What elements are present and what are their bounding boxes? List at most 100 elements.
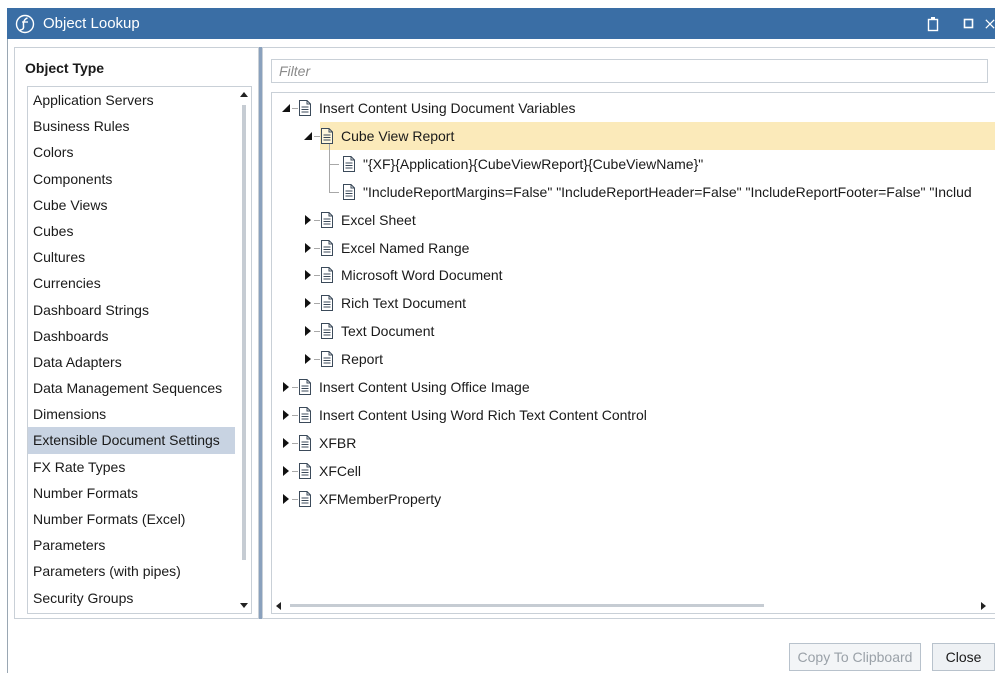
tree-node-label: Excel Named Range: [341, 239, 470, 256]
document-icon: [320, 295, 336, 312]
scroll-left-icon[interactable]: [276, 602, 281, 610]
expand-arrow-icon[interactable]: [302, 214, 314, 225]
document-icon: [320, 211, 336, 228]
vertical-scrollbar[interactable]: [237, 87, 251, 613]
expand-arrow-icon[interactable]: [280, 409, 292, 420]
tree-node[interactable]: Insert Content Using Office Image: [280, 373, 530, 401]
object-type-item[interactable]: Data Management Sequences: [28, 375, 251, 401]
tree-node[interactable]: Rich Text Document: [302, 289, 466, 317]
tree-node-label: Text Document: [341, 323, 435, 340]
tree-node[interactable]: Report: [302, 345, 383, 373]
tree-node-label: Insert Content Using Word Rich Text Cont…: [319, 406, 647, 423]
tree-node[interactable]: Insert Content Using Document Variables: [280, 94, 576, 122]
object-type-item[interactable]: Cultures: [28, 244, 251, 270]
object-type-item[interactable]: Data Adapters: [28, 349, 251, 375]
expand-arrow-icon[interactable]: [302, 326, 314, 337]
object-type-item[interactable]: Dimensions: [28, 401, 251, 427]
tree-node-label: Insert Content Using Document Variables: [319, 100, 576, 116]
scroll-thumb[interactable]: [242, 105, 246, 560]
document-icon: [298, 100, 314, 116]
object-type-item[interactable]: Parameters: [28, 532, 251, 558]
tree-node[interactable]: Insert Content Using Word Rich Text Cont…: [280, 401, 647, 429]
filter-input[interactable]: Filter: [271, 59, 988, 83]
tree-node[interactable]: Excel Sheet: [302, 206, 416, 234]
pin-icon[interactable]: [921, 12, 945, 36]
collapse-arrow-icon[interactable]: [302, 131, 314, 141]
object-type-item[interactable]: Parameters (with pipes): [28, 558, 251, 584]
tree-node[interactable]: "{XF}{Application}{CubeViewReport}{CubeV…: [324, 150, 703, 178]
tree-node-label: Cube View Report: [341, 127, 455, 144]
expand-arrow-icon[interactable]: [280, 465, 292, 476]
document-icon: [320, 267, 336, 284]
tree-node[interactable]: Excel Named Range: [302, 234, 469, 262]
object-type-item[interactable]: Extensible Document Settings: [28, 427, 235, 454]
app-logo-icon: [13, 12, 37, 36]
object-type-panel: Object Type Application Servers Business …: [14, 47, 259, 619]
expand-arrow-icon[interactable]: [280, 382, 292, 392]
close-button[interactable]: Close: [932, 643, 995, 671]
object-type-item[interactable]: FX Rate Types: [28, 454, 251, 480]
document-icon: [320, 239, 336, 256]
scroll-right-icon[interactable]: [981, 602, 986, 610]
scroll-up-icon[interactable]: [240, 92, 248, 97]
horizontal-scrollbar[interactable]: [272, 599, 995, 613]
tree-node[interactable]: XFBR: [280, 429, 356, 457]
object-type-item[interactable]: Dashboard Strings: [28, 297, 251, 323]
tree-node[interactable]: "IncludeReportMargins=False" "IncludeRep…: [324, 178, 972, 206]
expand-arrow-icon[interactable]: [280, 493, 292, 504]
tree-node[interactable]: Cube View Report: [302, 122, 454, 150]
scroll-down-icon[interactable]: [240, 603, 248, 608]
tree-node-label: XFCell: [319, 462, 362, 479]
object-type-item[interactable]: Number Formats: [28, 480, 251, 506]
tree-node-label: "IncludeReportMargins=False" "IncludeRep…: [363, 183, 972, 200]
expand-arrow-icon[interactable]: [302, 298, 314, 309]
title-bar: Object Lookup: [7, 8, 995, 39]
document-icon: [320, 323, 336, 340]
object-tree-panel: Filter Insert Content Using Document Var…: [262, 47, 995, 619]
maximize-icon[interactable]: [957, 12, 981, 36]
expand-arrow-icon[interactable]: [302, 354, 314, 365]
document-icon: [298, 434, 314, 451]
close-window-icon[interactable]: [985, 12, 995, 36]
document-icon: [298, 462, 314, 479]
tree-node-label: Excel Sheet: [341, 211, 416, 228]
tree-node-label: Insert Content Using Office Image: [319, 379, 530, 395]
copy-to-clipboard-button[interactable]: Copy To Clipboard: [789, 643, 921, 671]
object-type-item[interactable]: Dashboards: [28, 323, 251, 349]
object-type-item[interactable]: Application Servers: [28, 87, 251, 113]
object-type-header: Object Type: [25, 60, 105, 76]
tree-node[interactable]: Text Document: [302, 317, 434, 345]
tree-node-label: XFBR: [319, 434, 357, 451]
object-type-item[interactable]: Business Rules: [28, 113, 251, 139]
document-icon: [320, 351, 336, 368]
scroll-thumb-horizontal[interactable]: [290, 604, 764, 607]
tree-node[interactable]: XFCell: [280, 457, 361, 485]
expand-arrow-icon[interactable]: [302, 270, 314, 281]
expand-arrow-icon[interactable]: [280, 437, 292, 448]
document-icon: [298, 490, 314, 507]
object-type-item[interactable]: Components: [28, 166, 251, 192]
tree-node[interactable]: XFMemberProperty: [280, 485, 441, 513]
tree-node-label: Microsoft Word Document: [341, 267, 503, 284]
tree-node-label: Report: [341, 351, 384, 368]
object-type-item[interactable]: Currencies: [28, 270, 251, 296]
document-icon: [342, 155, 358, 172]
document-icon: [298, 406, 314, 423]
document-icon: [298, 379, 314, 395]
object-type-item[interactable]: Security Groups: [28, 585, 251, 611]
tree-node[interactable]: Microsoft Word Document: [302, 261, 503, 289]
tree-node-label: "{XF}{Application}{CubeViewReport}{CubeV…: [363, 155, 704, 172]
object-tree[interactable]: Insert Content Using Document Variables …: [271, 92, 995, 614]
object-type-item[interactable]: Colors: [28, 139, 251, 165]
expand-arrow-icon[interactable]: [302, 242, 314, 253]
document-icon: [320, 127, 336, 144]
tree-node-label: Rich Text Document: [341, 295, 467, 312]
collapse-arrow-icon[interactable]: [280, 103, 292, 113]
object-type-item[interactable]: Cube Views: [28, 192, 251, 218]
object-type-item[interactable]: Cubes: [28, 218, 251, 244]
document-icon: [342, 183, 358, 200]
window-title: Object Lookup: [43, 15, 140, 32]
object-type-item[interactable]: Number Formats (Excel): [28, 506, 251, 532]
object-type-list[interactable]: Application Servers Business Rules Colors C…: [27, 86, 252, 614]
tree-node-label: XFMemberProperty: [319, 490, 442, 507]
